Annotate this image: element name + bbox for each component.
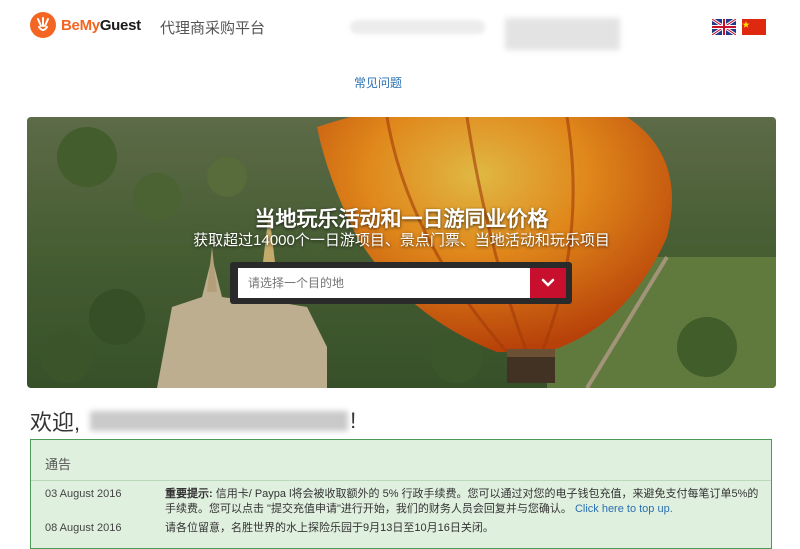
bemyguest-logo[interactable]: BeMyGuest — [30, 12, 141, 38]
welcome-message: 欢迎, ! — [30, 405, 356, 437]
notice-text: 请各位留意，名胜世界的水上探险乐园于9月13日至10月16日关闭。 — [165, 522, 494, 534]
notice-label: 重要提示: — [165, 488, 213, 500]
destination-search-bar — [230, 262, 572, 304]
logo-wordmark: BeMyGuest — [61, 16, 141, 34]
uk-flag-icon[interactable] — [712, 19, 736, 35]
hero-banner: 当地玩乐活动和一日游同业价格 获取超过14000个一日游项目、景点门票、当地活动… — [27, 117, 776, 388]
destination-search-input[interactable] — [238, 268, 530, 298]
hot-air-balloon-image — [27, 117, 776, 388]
top-bar: BeMyGuest 代理商采购平台 — [0, 0, 800, 60]
top-up-link[interactable]: Click here to top up. — [575, 503, 673, 515]
hero-subtitle: 获取超过14000个一日游项目、景点门票、当地活动和玩乐项目 — [193, 232, 610, 249]
notice-text: 重要提示: 信用卡/ Paypa l将会被收取额外的 5% 行政手续费。您可以通… — [165, 487, 765, 517]
notice-date: 03 August 2016 — [45, 488, 122, 500]
destination-dropdown-button[interactable] — [530, 268, 566, 298]
platform-title: 代理商采购平台 — [160, 19, 266, 37]
welcome-suffix: ! — [350, 408, 357, 433]
chevron-down-icon — [541, 278, 555, 287]
faq-link[interactable]: 常见问题 — [354, 74, 402, 91]
china-flag-icon[interactable] — [742, 19, 766, 35]
notice-header: 通告 — [31, 440, 771, 481]
redacted-account-info — [350, 20, 485, 34]
notice-date: 08 August 2016 — [45, 522, 122, 534]
redacted-user-info — [505, 18, 620, 50]
notice-title: 通告 — [45, 457, 72, 472]
welcome-prefix: 欢迎, — [30, 410, 81, 435]
logo-hands-icon — [30, 12, 56, 38]
redacted-user-name — [90, 411, 349, 431]
